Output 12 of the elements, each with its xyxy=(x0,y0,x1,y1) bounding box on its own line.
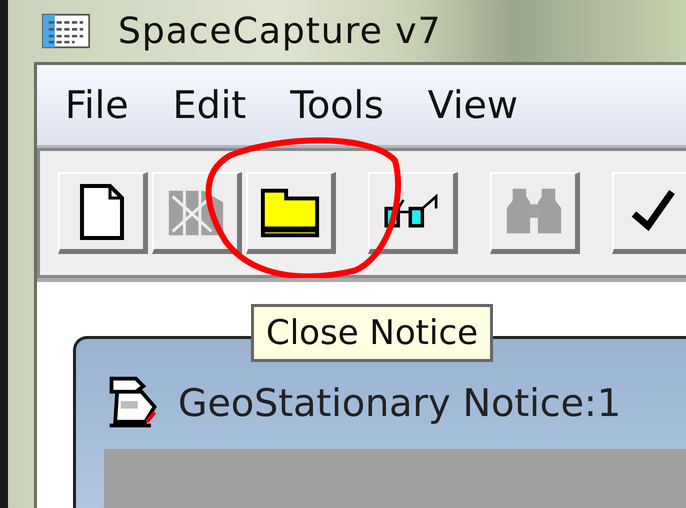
tooltip: Close Notice xyxy=(251,304,494,362)
toolbar-button[interactable] xyxy=(246,172,336,254)
menu-item[interactable]: Tools xyxy=(290,83,384,127)
window-title: SpaceCapture v7 xyxy=(118,10,442,52)
menu-item[interactable]: Edit xyxy=(172,83,246,127)
notice-title: GeoStationary Notice:1 xyxy=(178,381,622,425)
toolbar-button[interactable] xyxy=(368,172,458,254)
toolbar-button[interactable] xyxy=(612,172,686,254)
menu-item[interactable]: View xyxy=(428,83,518,127)
toolbar-button[interactable] xyxy=(58,172,148,254)
app-icon xyxy=(42,13,90,49)
menu-item[interactable]: File xyxy=(65,83,129,127)
